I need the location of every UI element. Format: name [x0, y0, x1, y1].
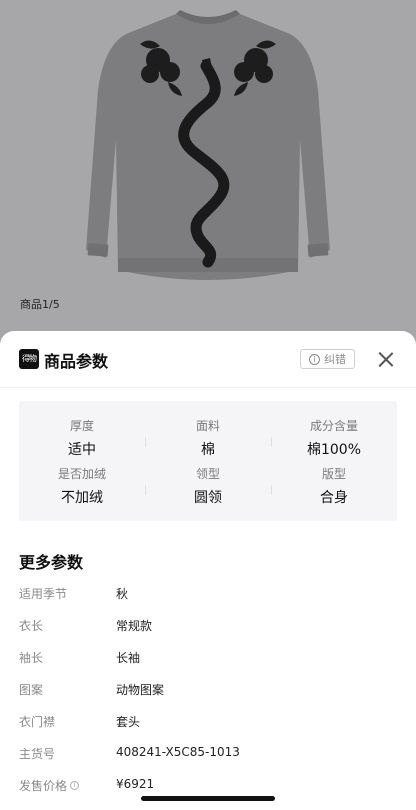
key-param-value: 棉 [201, 442, 215, 458]
key-param-composition: 成分含量 棉100% [271, 417, 397, 459]
sheet-title: 商品参数 [44, 352, 109, 371]
key-param-label: 是否加绒 [57, 467, 106, 481]
param-row: 衣门襟 套头 [19, 713, 397, 733]
report-error-label: 纠错 [324, 353, 346, 366]
sweater-illustration [86, 10, 330, 280]
key-param-value: 棉100% [306, 442, 362, 458]
price-info-icon[interactable]: i [70, 781, 80, 790]
param-row: 衣长 常规款 [19, 617, 397, 637]
more-params-title: 更多参数 [19, 553, 84, 572]
param-value: 408241-X5C85-1013 [116, 745, 240, 759]
param-value: 动物图案 [116, 683, 165, 697]
divider [145, 485, 146, 495]
param-label: 适用季节 [19, 587, 68, 601]
key-param-value: 不加绒 [61, 490, 103, 506]
key-param-fleece: 是否加绒 不加绒 [19, 465, 145, 507]
key-param-label: 面料 [195, 419, 220, 433]
info-icon: i [309, 353, 320, 365]
param-value: ¥6921 [116, 777, 155, 791]
key-param-label: 成分含量 [309, 419, 358, 433]
param-value: 常规款 [116, 619, 153, 633]
key-param-fit: 版型 合身 [271, 465, 397, 507]
key-param-value: 圆领 [194, 490, 222, 506]
close-icon[interactable] [376, 349, 396, 369]
divider [271, 485, 272, 495]
param-value: 长袖 [116, 651, 141, 665]
param-label: 图案 [19, 683, 44, 697]
key-param-collar: 领型 圆领 [145, 465, 271, 507]
param-label: 衣门襟 [19, 715, 56, 729]
params-sheet: 得物 商品参数 i 纠错 厚度 适中 面料 棉 成分含量 棉100% 是否加绒 … [0, 331, 416, 810]
param-label: 发售价格 [19, 779, 68, 793]
param-value: 秋 [116, 587, 129, 601]
key-param-label: 领型 [195, 467, 220, 481]
param-row: 适用季节 秋 [19, 585, 397, 605]
param-row: 袖长 长袖 [19, 649, 397, 669]
product-image[interactable]: 商品1/5 [0, 0, 416, 340]
key-param-fabric: 面料 棉 [145, 417, 271, 459]
sheet-header: 得物 商品参数 i 纠错 [0, 331, 416, 388]
param-row: 发售价格 i ¥6921 [19, 777, 397, 797]
divider [271, 437, 272, 447]
home-indicator [141, 796, 275, 801]
key-param-value: 合身 [320, 490, 348, 506]
param-row: 图案 动物图案 [19, 681, 397, 701]
report-error-button[interactable]: i 纠错 [300, 349, 355, 369]
param-row: 主货号 408241-X5C85-1013 [19, 745, 397, 765]
divider [145, 437, 146, 447]
image-counter: 商品1/5 [20, 298, 60, 311]
app-logo-icon: 得物 [19, 349, 39, 369]
key-param-label: 厚度 [69, 419, 94, 433]
param-label: 衣长 [19, 619, 44, 633]
param-label: 主货号 [19, 747, 56, 761]
param-label: 袖长 [19, 651, 44, 665]
key-param-thickness: 厚度 适中 [19, 417, 145, 459]
key-param-value: 适中 [68, 442, 96, 458]
param-value: 套头 [116, 715, 141, 729]
key-param-label: 版型 [321, 467, 346, 481]
key-params-card: 厚度 适中 面料 棉 成分含量 棉100% 是否加绒 不加绒 领型 圆领 版型 … [19, 401, 397, 521]
